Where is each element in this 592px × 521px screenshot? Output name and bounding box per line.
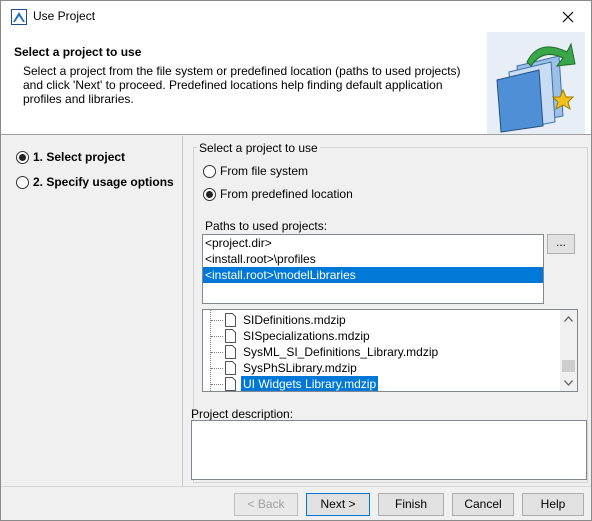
step-select-project[interactable]: 1. Select project: [16, 150, 125, 164]
footer-divider: [1, 486, 591, 487]
tree-connector: [211, 320, 223, 321]
project-description-label: Project description:: [191, 407, 294, 421]
back-button[interactable]: < Back: [234, 493, 298, 516]
main-pane: Select a project to use From file system…: [183, 136, 592, 486]
file-icon: [225, 345, 236, 359]
next-button[interactable]: Next >: [306, 493, 370, 516]
file-label: UI Widgets Library.mdzip: [241, 376, 379, 391]
step-label: 1. Select project: [33, 150, 126, 164]
header-title: Select a project to use: [14, 45, 142, 59]
step-label: 2. Specify usage options: [33, 175, 174, 189]
help-button[interactable]: Help: [522, 493, 584, 516]
step-indicator-icon: [16, 175, 29, 189]
tree-connector: [211, 384, 223, 385]
tree-connector: [211, 352, 223, 353]
finish-button[interactable]: Finish: [378, 493, 444, 516]
option-from-file-system[interactable]: From file system: [203, 164, 308, 178]
tree-connector: [211, 368, 223, 369]
tree-item[interactable]: SysPhSLibrary.mdzip: [203, 360, 561, 376]
close-icon: [562, 11, 574, 22]
tree-item[interactable]: UI Widgets Library.mdzip: [203, 376, 561, 391]
scroll-thumb[interactable]: [562, 360, 575, 372]
group-label: Select a project to use: [197, 141, 320, 155]
file-icon: [225, 313, 236, 327]
file-icon: [225, 361, 236, 375]
chevron-up-icon: [564, 315, 573, 322]
use-project-illustration-icon: [487, 32, 585, 134]
tree-item[interactable]: SISpecializations.mdzip: [203, 328, 561, 344]
cancel-button[interactable]: Cancel: [452, 493, 514, 516]
file-label: SysPhSLibrary.mdzip: [243, 361, 357, 375]
radio-button[interactable]: [203, 187, 216, 201]
file-label: SysML_SI_Definitions_Library.mdzip: [243, 345, 439, 359]
project-description-field[interactable]: [191, 420, 587, 480]
option-label: From predefined location: [220, 187, 353, 201]
tree-scrollbar[interactable]: [560, 310, 577, 391]
project-file-tree[interactable]: SIDefinitions.mdzip SISpecializations.md…: [202, 309, 578, 392]
app-icon: [11, 9, 27, 25]
wizard-header: Select a project to use Select a project…: [1, 32, 591, 135]
header-description: Select a project from the file system or…: [23, 64, 461, 106]
step-specify-usage-options[interactable]: 2. Specify usage options: [16, 175, 174, 189]
list-item[interactable]: <project.dir>: [203, 235, 543, 251]
radio-button[interactable]: [203, 164, 216, 178]
step-indicator-icon: [16, 150, 29, 164]
file-icon: [225, 377, 236, 391]
file-label: SIDefinitions.mdzip: [243, 313, 346, 327]
scroll-down-button[interactable]: [560, 374, 577, 391]
window-title: Use Project: [33, 9, 96, 23]
option-label: From file system: [220, 164, 309, 178]
paths-label: Paths to used projects:: [205, 219, 328, 233]
paths-list[interactable]: <project.dir> <install.root>\profiles <i…: [202, 234, 544, 304]
list-item[interactable]: <install.root>\profiles: [203, 251, 543, 267]
file-icon: [225, 329, 236, 343]
list-item[interactable]: <install.root>\modelLibraries: [203, 267, 543, 283]
scroll-up-button[interactable]: [560, 310, 577, 327]
title-bar: Use Project: [1, 1, 591, 32]
tree-connector: [211, 336, 223, 337]
use-project-dialog: Use Project Select a project to use Sele…: [0, 0, 592, 521]
file-label: SISpecializations.mdzip: [243, 329, 370, 343]
option-from-predefined-location[interactable]: From predefined location: [203, 187, 353, 201]
tree-item[interactable]: SysML_SI_Definitions_Library.mdzip: [203, 344, 561, 360]
wizard-steps: 1. Select project 2. Specify usage optio…: [1, 136, 182, 486]
tree-item[interactable]: SIDefinitions.mdzip: [203, 312, 561, 328]
chevron-down-icon: [564, 379, 573, 386]
browse-paths-button[interactable]: ...: [547, 234, 575, 254]
close-button[interactable]: [545, 1, 591, 32]
